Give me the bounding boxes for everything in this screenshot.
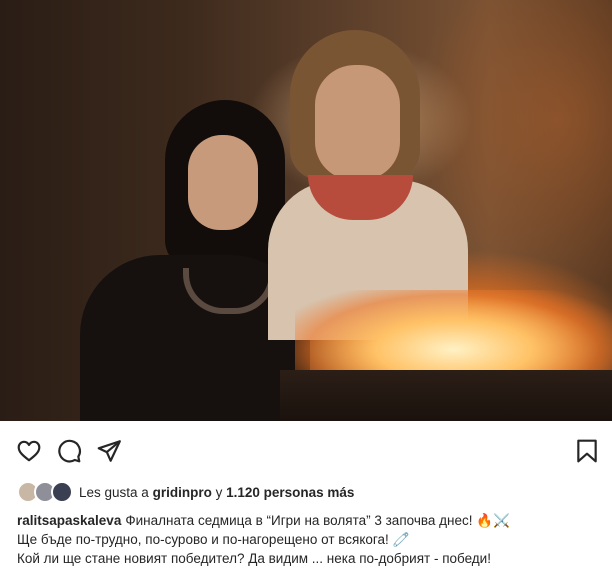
caption-username-link[interactable]: ralitsapaskaleva [17, 513, 121, 528]
photo-man-face [315, 65, 400, 180]
caption-text-1: Финалната седмица в “Игри на волята” 3 з… [125, 513, 510, 528]
liker-avatars [17, 481, 73, 503]
photo-brazier [280, 370, 612, 421]
comment-icon[interactable] [56, 438, 82, 464]
action-bar [0, 421, 612, 479]
post-caption: ralitsapaskaleva Финалната седмица в “Игр… [17, 511, 607, 568]
bookmark-icon[interactable] [574, 438, 600, 464]
likes-middle: y [215, 484, 223, 500]
post-photo[interactable] [0, 0, 612, 421]
likes-summary: Les gusta a gridinpro y 1.120 personas m… [17, 481, 354, 503]
caption-line-1: ralitsapaskaleva Финалната седмица в “Игр… [17, 511, 607, 530]
avatar[interactable] [51, 481, 73, 503]
caption-line-2: Ще бъде по-трудно, по-сурово и по-нагоре… [17, 532, 410, 547]
photo-woman-face [188, 135, 258, 230]
likes-prefix: Les gusta a [79, 484, 149, 500]
likes-count-link[interactable]: 1.120 personas más [226, 485, 354, 500]
photo-fire [295, 290, 612, 375]
caption-line-3: Кой ли ще стане новият победител? Да вид… [17, 551, 491, 566]
heart-icon[interactable] [16, 438, 42, 464]
liker-username-link[interactable]: gridinpro [153, 485, 212, 500]
paper-plane-icon[interactable] [96, 438, 122, 464]
